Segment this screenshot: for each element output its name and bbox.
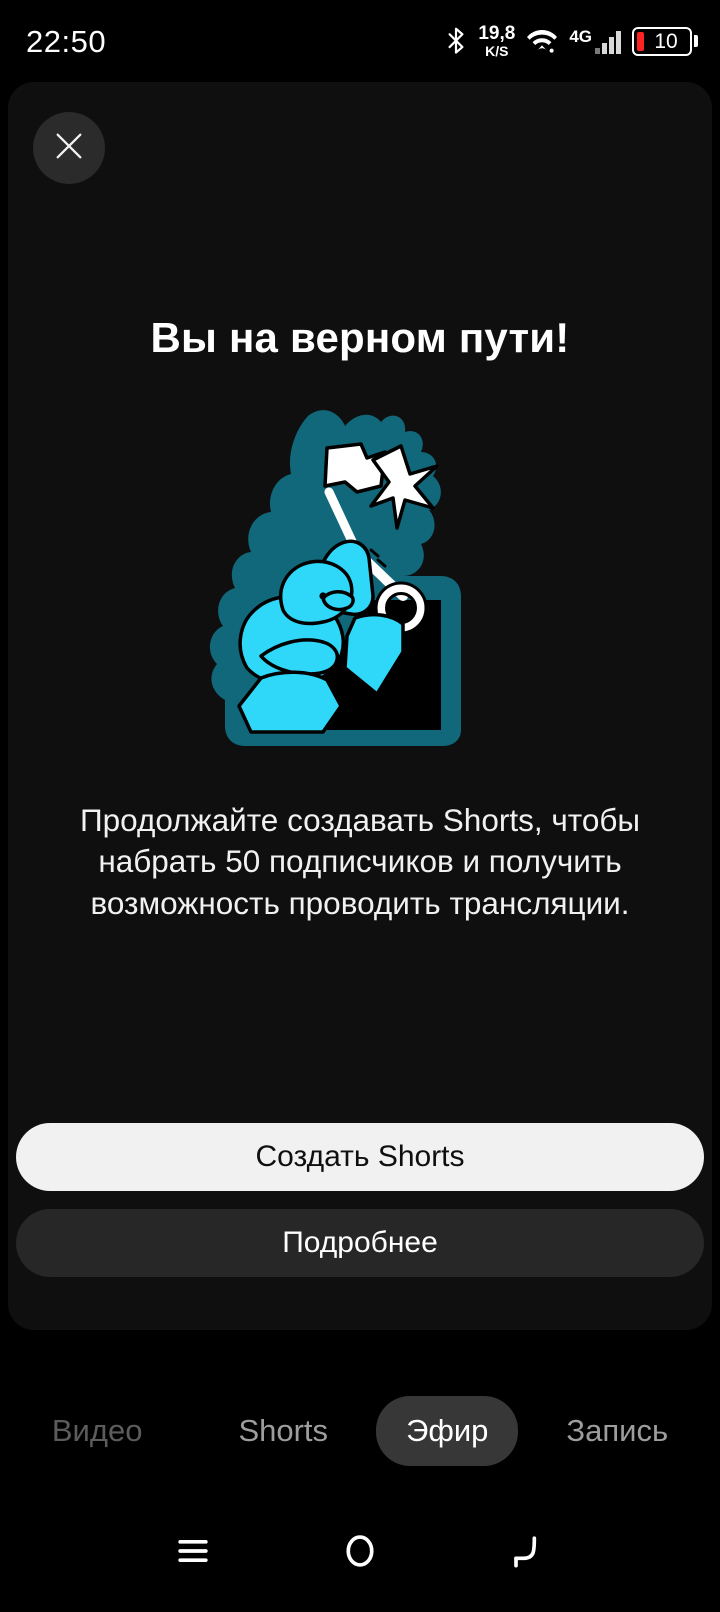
network-speed-indicator: 19,8 K/S <box>478 24 515 58</box>
page-title: Вы на верном пути! <box>150 314 570 361</box>
battery-fill <box>637 31 644 51</box>
status-icon-group: 19,8 K/S 4G 10 <box>445 24 698 58</box>
back-button[interactable] <box>495 1521 559 1585</box>
menu-icon <box>171 1529 215 1578</box>
close-icon <box>52 129 86 168</box>
promo-sheet: Вы на верном пути! Продолжайте создавать… <box>8 82 712 1330</box>
tab-shorts[interactable]: Shorts <box>208 1396 358 1466</box>
network-type-label: 4G <box>569 27 592 46</box>
tab-video[interactable]: Видео <box>22 1396 173 1466</box>
battery-percent-label: 10 <box>654 29 678 53</box>
create-shorts-button[interactable]: Создать Shorts <box>16 1123 704 1191</box>
battery-body: 10 <box>632 26 692 56</box>
creation-mode-tabs: Видео Shorts Эфир Запись <box>0 1366 720 1496</box>
back-arrow-icon <box>505 1529 549 1578</box>
body-text: Продолжайте создавать Shorts, чтобы набр… <box>79 802 641 921</box>
tab-record[interactable]: Запись <box>536 1396 698 1466</box>
cellular-indicator: 4G <box>569 28 621 54</box>
bluetooth-icon <box>445 26 467 56</box>
status-clock: 22:50 <box>26 23 107 59</box>
status-bar: 22:50 19,8 K/S 4G 10 <box>0 0 720 82</box>
network-speed-unit: K/S <box>485 43 509 59</box>
network-speed-value: 19,8 <box>478 23 516 44</box>
close-button[interactable] <box>33 112 105 184</box>
tab-live[interactable]: Эфир <box>376 1396 519 1466</box>
learn-more-button[interactable]: Подробнее <box>16 1209 704 1277</box>
recents-button[interactable] <box>161 1521 225 1585</box>
phone-screen: 22:50 19,8 K/S 4G 10 Вы на верном пути! … <box>0 0 720 1612</box>
android-navigation-bar <box>0 1494 720 1612</box>
home-button[interactable] <box>328 1521 392 1585</box>
wifi-icon <box>526 27 558 55</box>
home-circle-icon <box>338 1529 382 1578</box>
signal-bars-icon <box>595 30 621 54</box>
battery-indicator: 10 <box>632 26 698 56</box>
climber-with-flag-and-key-illustration <box>8 400 712 750</box>
battery-cap <box>694 35 698 47</box>
